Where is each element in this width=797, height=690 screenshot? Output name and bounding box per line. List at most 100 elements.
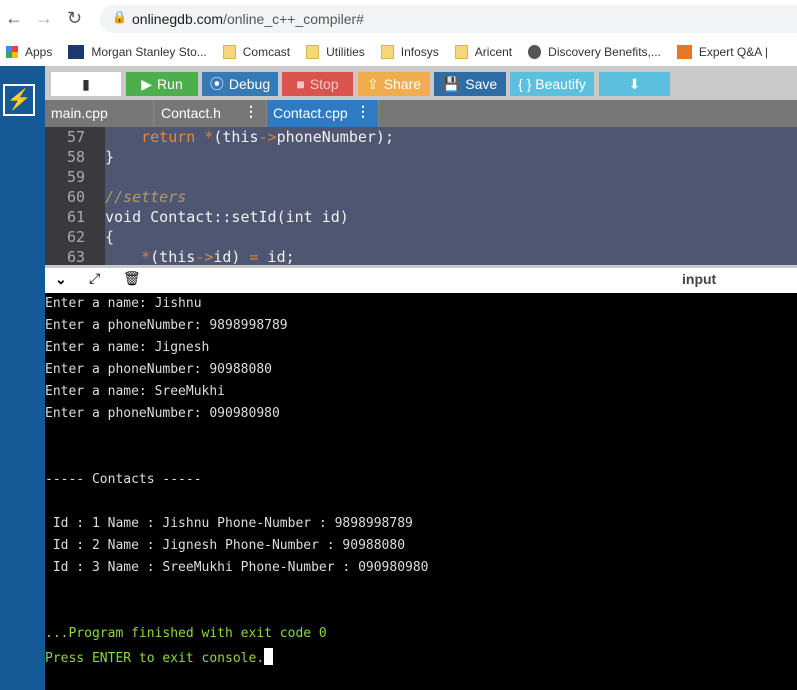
debug-icon: ⦿ bbox=[209, 76, 224, 92]
code-token: id) bbox=[213, 248, 250, 265]
collapse-icon[interactable]: ⌄ bbox=[55, 271, 67, 288]
console-line: Enter a name: SreeMukhi bbox=[45, 384, 225, 399]
console-line: Enter a phoneNumber: 090980980 bbox=[45, 406, 280, 421]
code-token: phoneNumber); bbox=[276, 128, 394, 146]
beautify-button[interactable]: { } Beautify bbox=[510, 72, 594, 96]
console-line: Enter a name: Jishnu bbox=[45, 296, 202, 311]
console-text: Press ENTER to exit console. bbox=[45, 651, 265, 666]
folder-icon bbox=[454, 45, 468, 59]
bookmark-item[interactable]: Expert Q&A | bbox=[676, 45, 769, 59]
bookmark-item[interactable]: Apps bbox=[6, 45, 52, 59]
new-file-button[interactable]: ▮ bbox=[51, 72, 121, 96]
folder-icon bbox=[380, 45, 394, 59]
bookmark-label: Expert Q&A | bbox=[698, 45, 769, 59]
reload-icon[interactable]: ↻ bbox=[67, 8, 82, 29]
console-line: Enter a name: Jignesh bbox=[45, 340, 209, 355]
code-token: id; bbox=[258, 248, 295, 265]
share-label: Share bbox=[383, 76, 422, 92]
cursor bbox=[264, 648, 274, 665]
bookmark-item[interactable]: Utilities bbox=[306, 45, 365, 59]
console-line: ----- Contacts ----- bbox=[45, 472, 202, 487]
console-text: Id : 3 Name : SreeMukhi Phone-Number : 0… bbox=[45, 560, 429, 575]
tab-contact-cpp[interactable]: Contact.cpp ⋮ bbox=[267, 100, 379, 127]
folder-icon bbox=[306, 45, 320, 59]
line-number: 62 bbox=[67, 228, 86, 246]
line-number: 61 bbox=[67, 208, 86, 226]
back-icon[interactable]: ← bbox=[5, 8, 23, 29]
code-token: //setters bbox=[105, 188, 187, 206]
stop-icon: ■ bbox=[296, 76, 305, 92]
code-line: void Contact::setId(int id) bbox=[105, 207, 797, 227]
console-text: Enter a name: Jishnu bbox=[45, 296, 202, 311]
code-line: return *(this->phoneNumber); bbox=[105, 127, 797, 147]
code-token: } bbox=[105, 148, 115, 166]
tab-menu-icon[interactable]: ⋮ bbox=[356, 103, 370, 120]
bookmark-label: Apps bbox=[25, 45, 53, 59]
tab-label: Contact.cpp bbox=[273, 105, 348, 121]
url-path: /online_c++_compiler# bbox=[223, 11, 364, 27]
console-text: Id : 1 Name : Jishnu Phone-Number : 9898… bbox=[45, 516, 413, 531]
save-button[interactable]: 💾 Save bbox=[434, 72, 506, 96]
bookmark-item[interactable]: Morgan Stanley Sto... bbox=[68, 45, 207, 59]
tab-menu-icon[interactable]: ⋮ bbox=[244, 103, 258, 120]
bookmark-label: Morgan Stanley Sto... bbox=[91, 45, 207, 59]
tab-contact-h[interactable]: Contact.h ⋮ bbox=[155, 100, 267, 127]
lightning-logo-icon[interactable]: ⚡ bbox=[3, 84, 35, 116]
tab-main-cpp[interactable]: main.cpp bbox=[45, 100, 154, 127]
chegg-icon bbox=[676, 45, 692, 59]
folder-icon bbox=[222, 45, 236, 59]
code-line: { bbox=[105, 227, 797, 247]
line-number: 58 bbox=[67, 148, 86, 166]
code-token: = bbox=[249, 248, 259, 265]
line-number: 60 bbox=[67, 188, 86, 206]
console-text: Enter a name: Jignesh bbox=[45, 340, 210, 355]
bookmark-item[interactable]: Aricent bbox=[454, 45, 513, 59]
share-button[interactable]: ⇪ Share bbox=[358, 72, 430, 96]
code-line: } bbox=[105, 147, 797, 167]
line-number: 63 bbox=[67, 248, 86, 266]
line-gutter: 57 58 59 60 61 62 63 bbox=[45, 127, 105, 266]
code-token: -> bbox=[195, 248, 214, 265]
console-line: Id : 3 Name : SreeMukhi Phone-Number : 0… bbox=[45, 560, 429, 575]
run-label: Run bbox=[157, 76, 183, 92]
share-icon: ⇪ bbox=[366, 75, 379, 92]
line-number: 57 bbox=[67, 128, 86, 146]
console-line: Id : 1 Name : Jishnu Phone-Number : 9898… bbox=[45, 516, 413, 531]
tab-label: main.cpp bbox=[51, 105, 108, 121]
console-text: Enter a name: SreeMukhi bbox=[45, 384, 226, 399]
forward-icon[interactable]: → bbox=[35, 8, 53, 29]
console-line: Enter a phoneNumber: 90988080 bbox=[45, 362, 272, 377]
bookmarks-bar: Apps Morgan Stanley Sto... Comcast Utilitie… bbox=[0, 38, 797, 66]
globe-icon bbox=[528, 45, 542, 59]
console-text: ...Program finished with exit code 0 bbox=[45, 626, 327, 641]
code-token: void Contact::setId(int id) bbox=[105, 208, 349, 226]
code-editor[interactable]: return *(this->phoneNumber);} //setters vo… bbox=[105, 127, 797, 265]
code-token: { bbox=[105, 228, 115, 246]
bookmark-label: Comcast bbox=[242, 45, 291, 59]
press-enter-message: Press ENTER to exit console. bbox=[45, 648, 274, 666]
bookmark-item[interactable]: Discovery Benefits,... bbox=[528, 45, 661, 59]
input-label[interactable]: input bbox=[682, 271, 716, 287]
console-text: ----- Contacts ----- bbox=[45, 472, 202, 487]
url-host: onlinegdb.com bbox=[132, 11, 224, 27]
bookmark-label: Infosys bbox=[400, 45, 439, 59]
code-token: * bbox=[141, 248, 151, 265]
save-label: Save bbox=[465, 76, 498, 92]
stop-button[interactable]: ■ Stop bbox=[282, 72, 353, 96]
code-token: (this bbox=[150, 248, 196, 265]
address-bar[interactable]: 🔒 onlinegdb.com/online_c++_compiler# bbox=[100, 5, 797, 33]
debug-button[interactable]: ⦿ Debug bbox=[202, 72, 278, 96]
expand-icon[interactable]: ⤢ bbox=[89, 270, 100, 287]
bookmark-item[interactable]: Comcast bbox=[222, 45, 291, 59]
bookmark-item[interactable]: Infosys bbox=[380, 45, 439, 59]
run-button[interactable]: ▶ Run bbox=[126, 72, 198, 96]
bookmark-label: Aricent bbox=[474, 45, 513, 59]
exit-message: ...Program finished with exit code 0 bbox=[45, 626, 327, 641]
browser-toolbar: ← → ↻ 🔒 onlinegdb.com/online_c++_compile… bbox=[0, 0, 797, 38]
console-output[interactable]: Enter a name: Jishnu Enter a phoneNumber:… bbox=[45, 293, 797, 690]
download-button[interactable]: ⬇ bbox=[599, 72, 670, 96]
clear-console-icon[interactable]: 🗑 bbox=[123, 270, 141, 287]
debug-label: Debug bbox=[228, 76, 271, 92]
